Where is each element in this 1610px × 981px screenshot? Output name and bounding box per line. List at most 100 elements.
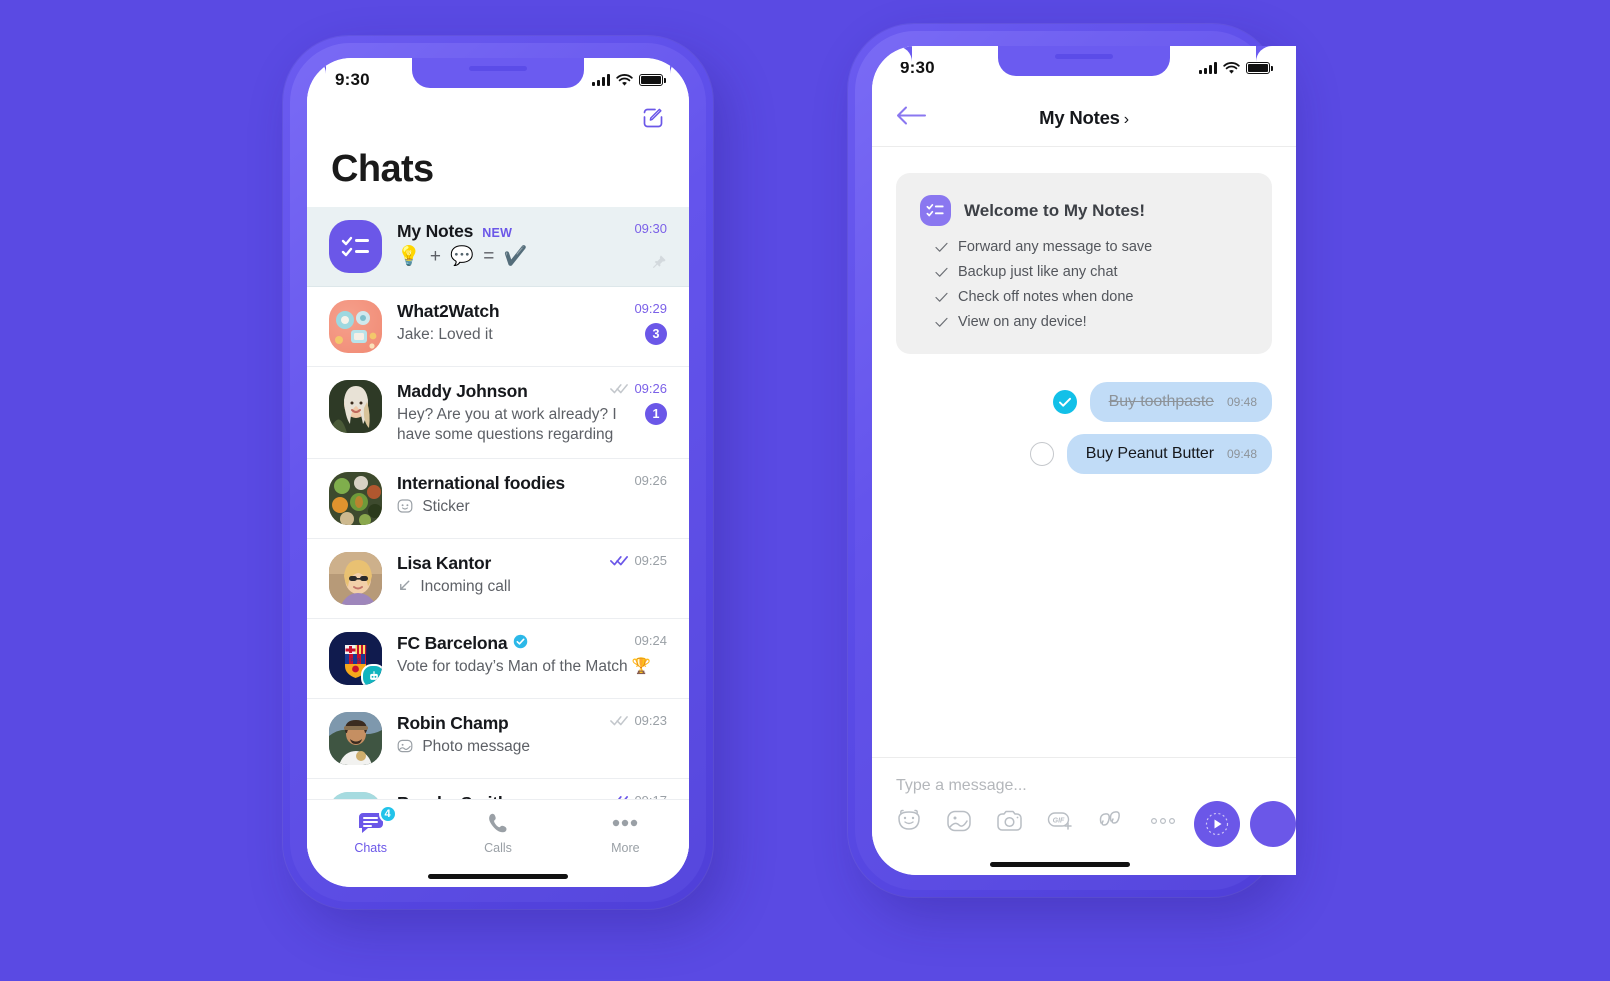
- time-line: 09:30: [634, 221, 667, 236]
- bot-badge-icon: [361, 663, 382, 685]
- avatar-robin-champ: [329, 711, 382, 765]
- chat-preview-wrap: Sticker: [397, 497, 667, 517]
- chat-row-maddy-johnson[interactable]: Maddy Johnson Hey? Are you at work alrea…: [307, 367, 689, 459]
- tab-calls[interactable]: Calls: [434, 810, 561, 855]
- chat-preview: Hey? Are you at work already? I have som…: [397, 406, 617, 443]
- chat-name: Maddy Johnson: [397, 381, 528, 401]
- bottom-tab-bar: 4 Chats Calls More: [307, 799, 689, 887]
- chat-title[interactable]: My Notes ›: [1039, 107, 1129, 129]
- message-input[interactable]: Type a message...: [872, 758, 1296, 795]
- chat-title-row: International foodies: [397, 473, 667, 494]
- chats-icon: 4: [357, 805, 397, 836]
- time-line: 09:25: [610, 553, 667, 568]
- chat-row-robin-champ[interactable]: Robin Champ Photo message 09:23: [307, 699, 689, 779]
- chat-meta: 09:26: [634, 473, 667, 488]
- doodle-icon[interactable]: [1098, 809, 1126, 833]
- chat-list: My Notes NEW 💡 + 💬 = ✔️ 09:30 What2Watch…: [307, 207, 689, 859]
- sticker-icon: [397, 499, 413, 513]
- chat-preview-wrap: Incoming call: [397, 577, 667, 597]
- status-indicators: [592, 73, 666, 87]
- battery-icon: [639, 74, 666, 86]
- message-thread: Welcome to My Notes! Forward any message…: [872, 147, 1296, 474]
- welcome-card: Welcome to My Notes! Forward any message…: [896, 173, 1272, 354]
- camera-icon[interactable]: [996, 809, 1023, 833]
- double-check-icon: [610, 555, 629, 566]
- battery-icon: [1246, 62, 1273, 74]
- tab-more[interactable]: More: [562, 810, 689, 855]
- chat-meta: 09:23: [610, 713, 667, 728]
- chat-row-lisa-kantor[interactable]: Lisa Kantor Incoming call 09:25: [307, 539, 689, 619]
- svg-text:FCB: FCB: [351, 658, 362, 664]
- message-bubble[interactable]: Buy toothpaste 09:48: [1089, 382, 1272, 422]
- notch: [412, 58, 584, 88]
- more-dots-icon[interactable]: [1150, 817, 1176, 825]
- avatar-fc-barcelona: FCB: [329, 631, 382, 685]
- chat-row-what2watch[interactable]: What2Watch Jake: Loved it 09:29 3: [307, 287, 689, 367]
- notch-corner-left: [310, 58, 326, 74]
- time-line: 09:24: [634, 633, 667, 648]
- chat-preview: Vote for today’s Man of the Match 🏆: [397, 657, 652, 675]
- checklist-icon: [920, 195, 951, 226]
- tab-chats[interactable]: 4 Chats: [307, 805, 434, 855]
- gif-icon[interactable]: GIF: [1047, 809, 1074, 833]
- incoming-call-icon: [400, 580, 410, 590]
- chat-time: 09:24: [634, 632, 667, 648]
- list-item-label: View on any device!: [958, 314, 1087, 330]
- gallery-icon[interactable]: [946, 809, 972, 833]
- time-line: 09:23: [610, 713, 667, 728]
- check-icon: [935, 317, 948, 327]
- unread-badge: 1: [645, 403, 667, 425]
- time-line: 09:29: [634, 301, 667, 316]
- phone-device-left: 9:30 Chats My Notes NEW 💡 + 💬 = ✔️ 09:30…: [283, 36, 713, 909]
- chat-preview: Jake: Loved it: [397, 326, 493, 343]
- chat-name: Lisa Kantor: [397, 552, 492, 573]
- notch-corner-right: [670, 58, 686, 74]
- message-text: Buy Peanut Butter: [1085, 445, 1214, 462]
- check-icon: [935, 292, 948, 302]
- message-composer: Type a message... GIF: [872, 757, 1296, 875]
- note-checkbox-unchecked[interactable]: [1029, 442, 1054, 466]
- chat-meta: 09:26 1: [610, 381, 667, 425]
- chat-preview: Sticker: [422, 497, 470, 515]
- avatar-maddy-johnson: [329, 380, 382, 433]
- home-indicator: [990, 862, 1130, 867]
- welcome-title: Welcome to My Notes!: [964, 200, 1146, 220]
- chevron-right-icon: ›: [1123, 111, 1129, 128]
- notch-corner-left: [896, 46, 912, 62]
- message-bubble[interactable]: Buy Peanut Butter 09:48: [1066, 434, 1272, 474]
- screen-chats: 9:30 Chats My Notes NEW 💡 + 💬 = ✔️ 09:30…: [307, 58, 689, 887]
- list-item: Forward any message to save: [935, 239, 1248, 255]
- voice-message-button[interactable]: [1194, 801, 1240, 847]
- chat-name: Robin Champ: [397, 712, 509, 733]
- list-item: Backup just like any chat: [935, 264, 1248, 280]
- list-item-label: Forward any message to save: [958, 239, 1153, 255]
- verified-badge-icon: [513, 634, 528, 649]
- chat-time: 09:23: [634, 712, 667, 728]
- time-line: 09:26: [634, 473, 667, 488]
- status-time: 9:30: [335, 70, 370, 89]
- chat-time: 09:25: [634, 552, 667, 568]
- compose-row: [307, 102, 689, 144]
- avatar-international-foodies: [329, 471, 382, 525]
- chat-time: 09:30: [634, 221, 667, 236]
- chat-row-fc-barcelona[interactable]: FCB FC Barcelona Vote for today’s Man of…: [307, 619, 689, 699]
- notch: [998, 46, 1170, 76]
- compose-icon[interactable]: [641, 106, 665, 130]
- chat-time: 09:29: [634, 301, 667, 316]
- message-text: Buy toothpaste: [1108, 393, 1214, 410]
- status-bar-left: 9:30: [307, 58, 689, 102]
- chats-unread-count: 4: [378, 805, 397, 823]
- avatar-lisa-kantor: [329, 551, 382, 605]
- chat-name: What2Watch: [397, 301, 500, 321]
- back-arrow-icon[interactable]: [896, 106, 926, 131]
- message-time: 09:48: [1226, 447, 1257, 461]
- chat-row-international-foodies[interactable]: International foodies Sticker 09:26: [307, 459, 689, 539]
- note-checkbox-checked[interactable]: [1052, 390, 1077, 414]
- chat-preview: Incoming call: [420, 577, 511, 595]
- secondary-action-button[interactable]: [1250, 801, 1296, 847]
- chat-row-my-notes[interactable]: My Notes NEW 💡 + 💬 = ✔️ 09:30: [307, 207, 689, 287]
- welcome-feature-list: Forward any message to save Backup just …: [935, 239, 1248, 330]
- phone-icon: [486, 810, 510, 836]
- chat-name: My Notes: [397, 221, 474, 241]
- sticker-icon[interactable]: [896, 809, 922, 833]
